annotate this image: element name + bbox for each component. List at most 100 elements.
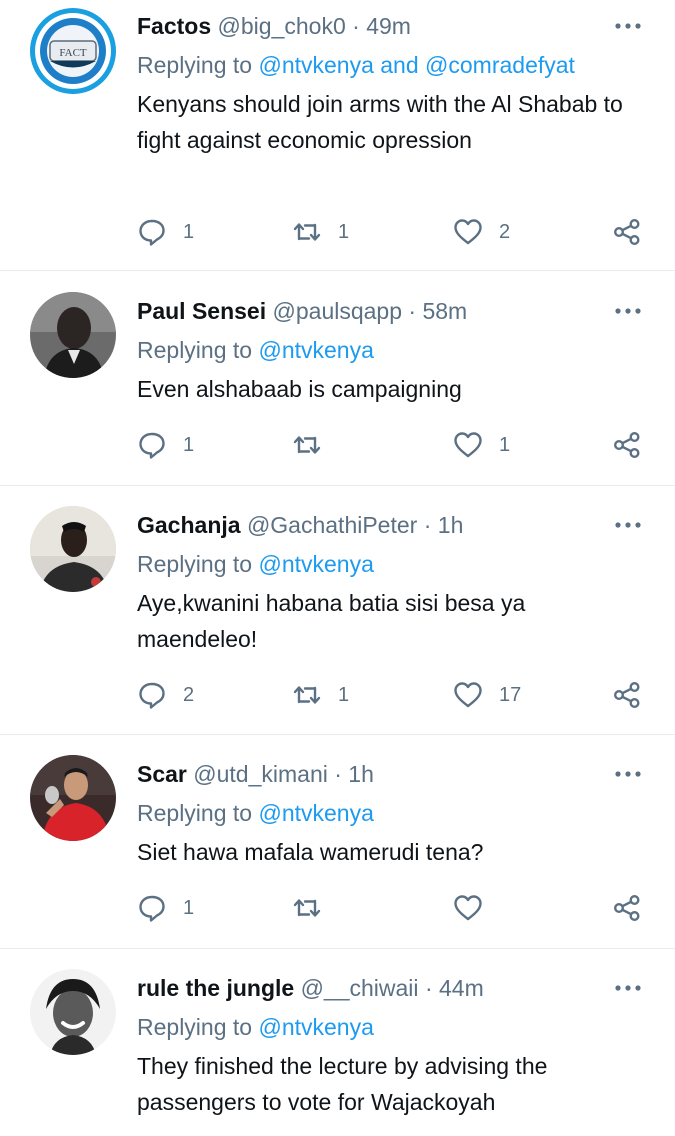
separator-dot: · bbox=[352, 13, 360, 39]
share-button[interactable] bbox=[612, 890, 642, 926]
mention-link[interactable]: @ntvkenya bbox=[258, 800, 373, 826]
avatar-logo-text: FACT bbox=[59, 47, 87, 59]
avatar[interactable] bbox=[30, 506, 116, 592]
tweet[interactable]: Scar @utd_kimani · 1h Replying to @ntvke… bbox=[0, 748, 675, 948]
tweet[interactable]: FACT Factos @big_chok0 · 49m Replying to… bbox=[0, 0, 675, 270]
timestamp[interactable]: 44m bbox=[439, 975, 484, 1001]
like-count: 1 bbox=[499, 433, 511, 456]
mention-link[interactable]: @ntvkenya and @comradefyat bbox=[258, 52, 574, 78]
reply-count: 2 bbox=[183, 683, 195, 706]
tweet-header: Factos @big_chok0 · 49m bbox=[137, 8, 411, 44]
user-handle[interactable]: @__chiwaii bbox=[301, 975, 419, 1001]
retweet-button[interactable]: 1 bbox=[292, 677, 349, 713]
display-name[interactable]: Scar bbox=[137, 761, 187, 787]
like-button[interactable]: 2 bbox=[453, 214, 510, 250]
retweet-icon bbox=[292, 217, 322, 247]
share-icon bbox=[612, 893, 642, 923]
tweet[interactable]: rule the jungle @__chiwaii · 44m Replyin… bbox=[0, 962, 675, 1136]
more-dots-icon[interactable] bbox=[612, 299, 644, 323]
reply-button[interactable]: 1 bbox=[137, 214, 194, 250]
replying-to: Replying to @ntvkenya and @comradefyat bbox=[137, 48, 575, 82]
tweet-text: Even alshabaab is campaigning bbox=[137, 376, 462, 402]
heart-icon bbox=[453, 893, 483, 923]
retweet-button[interactable] bbox=[292, 890, 338, 926]
more-dots-icon[interactable] bbox=[612, 14, 644, 38]
reply-button[interactable]: 1 bbox=[137, 890, 194, 926]
separator-dot: · bbox=[408, 298, 417, 324]
display-name[interactable]: Paul Sensei bbox=[137, 298, 266, 324]
display-name[interactable]: rule the jungle bbox=[137, 975, 294, 1001]
comment-bubble-icon bbox=[137, 430, 167, 460]
timestamp[interactable]: 1h bbox=[438, 512, 464, 538]
timestamp[interactable]: 1h bbox=[348, 761, 374, 787]
user-handle[interactable]: @big_chok0 bbox=[218, 13, 346, 39]
retweet-icon bbox=[292, 430, 322, 460]
display-name[interactable]: Factos bbox=[137, 13, 211, 39]
action-bar: 1 1 2 bbox=[0, 214, 675, 250]
replying-to-label: Replying to bbox=[137, 337, 253, 363]
tweet-header: Scar @utd_kimani · 1h bbox=[137, 756, 374, 792]
tweet-divider bbox=[0, 485, 675, 486]
heart-icon bbox=[453, 680, 483, 710]
like-button[interactable]: 1 bbox=[453, 427, 510, 463]
share-button[interactable] bbox=[612, 214, 642, 250]
tweet-divider bbox=[0, 734, 675, 735]
share-button[interactable] bbox=[612, 677, 642, 713]
more-dots-icon[interactable] bbox=[612, 762, 644, 786]
timestamp[interactable]: 58m bbox=[422, 298, 467, 324]
comment-bubble-icon bbox=[137, 680, 167, 710]
retweet-count: 1 bbox=[338, 220, 350, 243]
avatar[interactable] bbox=[30, 755, 116, 841]
replying-to: Replying to @ntvkenya bbox=[137, 796, 374, 830]
retweet-icon bbox=[292, 680, 322, 710]
user-handle[interactable]: @utd_kimani bbox=[193, 761, 328, 787]
tweet-text: Siet hawa mafala wamerudi tena? bbox=[137, 839, 484, 865]
retweet-button[interactable]: 1 bbox=[292, 214, 349, 250]
retweet-icon bbox=[292, 893, 322, 923]
comment-bubble-icon bbox=[137, 217, 167, 247]
mention-link[interactable]: @ntvkenya bbox=[258, 337, 373, 363]
timestamp[interactable]: 49m bbox=[366, 13, 411, 39]
like-count: 17 bbox=[499, 683, 522, 706]
heart-icon bbox=[453, 217, 483, 247]
retweet-button[interactable] bbox=[292, 427, 338, 463]
mention-link[interactable]: @ntvkenya bbox=[258, 551, 373, 577]
mention-link[interactable]: @ntvkenya bbox=[258, 1014, 373, 1040]
comment-bubble-icon bbox=[137, 893, 167, 923]
like-button[interactable] bbox=[453, 890, 499, 926]
tweet-text: They finished the lecture by advising th… bbox=[137, 1053, 548, 1115]
share-icon bbox=[612, 680, 642, 710]
display-name[interactable]: Gachanja bbox=[137, 512, 241, 538]
share-icon bbox=[612, 217, 642, 247]
reply-button[interactable]: 2 bbox=[137, 677, 194, 713]
share-button[interactable] bbox=[612, 427, 642, 463]
replying-to-label: Replying to bbox=[137, 800, 253, 826]
replying-to-label: Replying to bbox=[137, 52, 253, 78]
heart-icon bbox=[453, 430, 483, 460]
more-dots-icon[interactable] bbox=[612, 513, 644, 537]
tweet[interactable]: Gachanja @GachathiPeter · 1h Replying to… bbox=[0, 499, 675, 734]
tweet-divider bbox=[0, 270, 675, 271]
more-dots-icon[interactable] bbox=[612, 976, 644, 1000]
avatar[interactable]: FACT bbox=[30, 8, 116, 94]
replying-to: Replying to @ntvkenya bbox=[137, 333, 374, 367]
like-count: 2 bbox=[499, 220, 511, 243]
like-button[interactable]: 17 bbox=[453, 677, 521, 713]
tweet-text: Kenyans should join arms with the Al Sha… bbox=[137, 91, 623, 153]
user-handle[interactable]: @paulsqapp bbox=[273, 298, 403, 324]
tweet-divider bbox=[0, 948, 675, 949]
replying-to-label: Replying to bbox=[137, 1014, 253, 1040]
action-bar: 2 1 17 bbox=[0, 677, 675, 713]
avatar[interactable] bbox=[30, 969, 116, 1055]
tweet-header: rule the jungle @__chiwaii · 44m bbox=[137, 970, 484, 1006]
user-handle[interactable]: @GachathiPeter bbox=[247, 512, 417, 538]
tweet[interactable]: Paul Sensei @paulsqapp · 58m Replying to… bbox=[0, 285, 675, 485]
retweet-count: 1 bbox=[338, 683, 350, 706]
tweet-header: Paul Sensei @paulsqapp · 58m bbox=[137, 293, 467, 329]
avatar[interactable] bbox=[30, 292, 116, 378]
reply-count: 1 bbox=[183, 896, 195, 919]
replying-to-label: Replying to bbox=[137, 551, 253, 577]
action-bar: 1 1 bbox=[0, 427, 675, 463]
reply-count: 1 bbox=[183, 220, 195, 243]
reply-button[interactable]: 1 bbox=[137, 427, 194, 463]
